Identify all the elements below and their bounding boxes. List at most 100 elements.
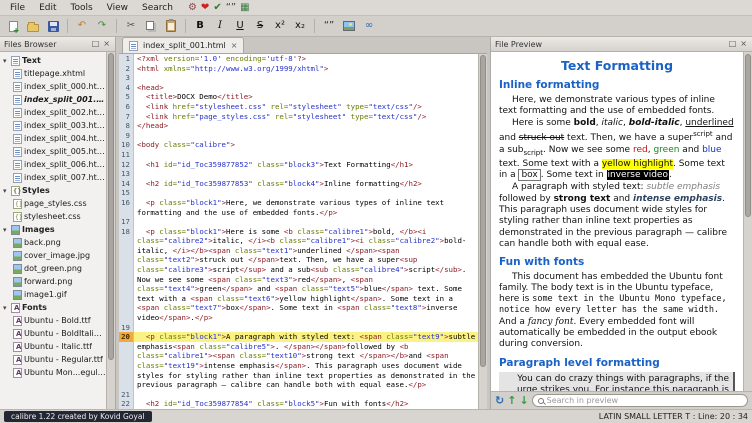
files-browser-title: Files Browser [4, 40, 91, 49]
underline-icon: U [236, 21, 243, 31]
donate-heart-icon[interactable]: ❤ [201, 3, 209, 13]
code-line[interactable]: 11 [119, 150, 478, 160]
code-line[interactable]: 21 [119, 390, 478, 400]
float-panel-icon[interactable]: □ [728, 40, 738, 48]
file-item[interactable]: Ubuntu - Regular.ttf [0, 353, 106, 366]
file-item[interactable]: index_split_004.html [0, 132, 106, 145]
code-line[interactable]: 18 <p class="block1">Here is some <b cla… [119, 227, 478, 323]
copy-button[interactable] [142, 18, 160, 35]
code-line[interactable]: 13 [119, 169, 478, 179]
cut-button[interactable]: ✂ [122, 18, 140, 35]
code-line[interactable]: 8</head> [119, 121, 478, 131]
paste-button[interactable] [162, 18, 180, 35]
spellcheck-icon[interactable]: ✔ [213, 3, 221, 13]
file-item[interactable]: index_split_007.html [0, 171, 106, 184]
file-item[interactable]: index_split_003.html [0, 119, 106, 132]
underline-button[interactable]: U [231, 18, 249, 35]
find-previous-icon[interactable]: ↑ [507, 395, 516, 406]
close-panel-icon[interactable]: × [739, 40, 748, 48]
code-line[interactable]: 5 <title>DOCX Demo</title> [119, 92, 478, 102]
bold-button[interactable]: B [191, 18, 209, 35]
preview-scrollbar[interactable] [743, 52, 752, 391]
close-panel-icon[interactable]: × [102, 40, 111, 48]
tree-section-text[interactable]: ▾Text [0, 54, 106, 67]
file-item[interactable]: titlepage.xhtml [0, 67, 106, 80]
file-item[interactable]: index_split_001.html [0, 93, 106, 106]
css-file-icon [13, 212, 22, 222]
refresh-icon[interactable]: ↻ [495, 395, 504, 406]
code-line[interactable]: 15 [119, 188, 478, 198]
tree-section-styles[interactable]: ▾Styles [0, 184, 106, 197]
file-item[interactable]: image1.gif [0, 288, 106, 301]
save-button[interactable] [44, 18, 62, 35]
code-line[interactable]: 4<head> [119, 83, 478, 93]
files-scrollbar[interactable] [106, 52, 115, 409]
open-book-button[interactable] [24, 18, 42, 35]
code-line[interactable]: 9 [119, 131, 478, 141]
superscript-button[interactable]: x² [271, 18, 289, 35]
tree-section-fonts[interactable]: ▾Fonts [0, 301, 106, 314]
menu-edit[interactable]: Edit [32, 2, 63, 14]
editor-scrollbar[interactable] [478, 54, 487, 409]
code-line[interactable]: emphasis<span class="calibre5">. </span>… [119, 342, 478, 390]
preview-paragraph: Here, we demonstrate various types of in… [499, 95, 735, 118]
file-item[interactable]: stylesheet.css [0, 210, 106, 223]
undo-button[interactable]: ↶ [73, 18, 91, 35]
insert-link-button[interactable]: ∞ [360, 18, 378, 35]
file-item[interactable]: index_split_000.html [0, 80, 106, 93]
menu-view[interactable]: View [100, 2, 135, 14]
smart-quotes-icon[interactable]: “” [226, 3, 236, 13]
code-line[interactable]: 6 <link href="stylesheet.css" rel="style… [119, 102, 478, 112]
file-item[interactable]: index_split_002.html [0, 106, 106, 119]
italic-button[interactable]: I [211, 18, 229, 35]
menu-list: FileEditToolsViewSearch [3, 2, 180, 14]
redo-button[interactable]: ↷ [93, 18, 111, 35]
insert-image-button[interactable] [340, 18, 358, 35]
tab-index-split-001[interactable]: index_split_001.html × [122, 37, 244, 53]
code-line[interactable]: 1<?xml version='1.0' encoding='utf-8'?> [119, 54, 478, 64]
strikethrough-button[interactable]: S [251, 18, 269, 35]
code-line[interactable]: 16 <p class="block1">Here, we demonstrat… [119, 198, 478, 217]
file-item[interactable]: back.png [0, 236, 106, 249]
menu-search[interactable]: Search [135, 2, 180, 14]
code-line[interactable]: 2<html xmlns="http://www.w3.org/1999/xht… [119, 64, 478, 74]
new-file-button[interactable] [4, 18, 22, 35]
preview-search-input[interactable] [547, 396, 742, 405]
main-area: Files Browser □ × ▾Texttitlepage.xhtmlin… [0, 37, 752, 409]
file-item[interactable]: dot_green.png [0, 262, 106, 275]
files-scrollbar-thumb[interactable] [108, 53, 114, 360]
find-next-icon[interactable]: ↓ [519, 395, 528, 406]
tab-close-icon[interactable]: × [231, 41, 238, 50]
preview-heading: Fun with fonts [499, 257, 735, 268]
menu-tools[interactable]: Tools [64, 2, 100, 14]
gear-icon[interactable]: ⚙ [188, 3, 197, 13]
file-item[interactable]: index_split_006.html [0, 158, 106, 171]
code-lines[interactable]: 1<?xml version='1.0' encoding='utf-8'?>2… [119, 54, 478, 409]
file-item[interactable]: Ubuntu - Bold.ttf [0, 314, 106, 327]
code-line[interactable]: 7 <link href="page_styles.css" rel="styl… [119, 112, 478, 122]
file-item[interactable]: Ubuntu - Italic.ttf [0, 340, 106, 353]
menu-file[interactable]: File [3, 2, 32, 14]
insert-image-icon[interactable]: ▦ [240, 3, 249, 13]
code-line[interactable]: 10<body class="calibre"> [119, 140, 478, 150]
file-item[interactable]: cover_image.jpg [0, 249, 106, 262]
tree-section-images[interactable]: ▾Images [0, 223, 106, 236]
code-line[interactable]: 22 <h2 id="id_Toc359877854" class="block… [119, 399, 478, 409]
preview-scrollbar-thumb[interactable] [745, 54, 751, 217]
editor-scrollbar-thumb[interactable] [480, 55, 486, 367]
file-item[interactable]: page_styles.css [0, 197, 106, 210]
file-item[interactable]: index_split_005.html [0, 145, 106, 158]
subscript-button[interactable]: x₂ [291, 18, 309, 35]
code-line[interactable]: 3 [119, 73, 478, 83]
file-item[interactable]: forward.png [0, 275, 106, 288]
float-panel-icon[interactable]: □ [91, 40, 101, 48]
code-line[interactable]: 14 <h2 id="id_Toc359877853" class="block… [119, 179, 478, 189]
file-item[interactable]: Ubuntu Mon...egular.ttf [0, 366, 106, 379]
file-item[interactable]: Ubuntu - BoldItalic.ttf [0, 327, 106, 340]
code-line[interactable]: 20 <p class="block1">A paragraph with st… [119, 332, 478, 342]
code-line[interactable]: 17 [119, 217, 478, 227]
code-line[interactable]: 12 <h1 id="id_Toc359877852" class="block… [119, 160, 478, 170]
section-label: Fonts [22, 303, 47, 312]
code-line[interactable]: 19 [119, 323, 478, 333]
smart-quotes-button[interactable]: “” [320, 18, 338, 35]
